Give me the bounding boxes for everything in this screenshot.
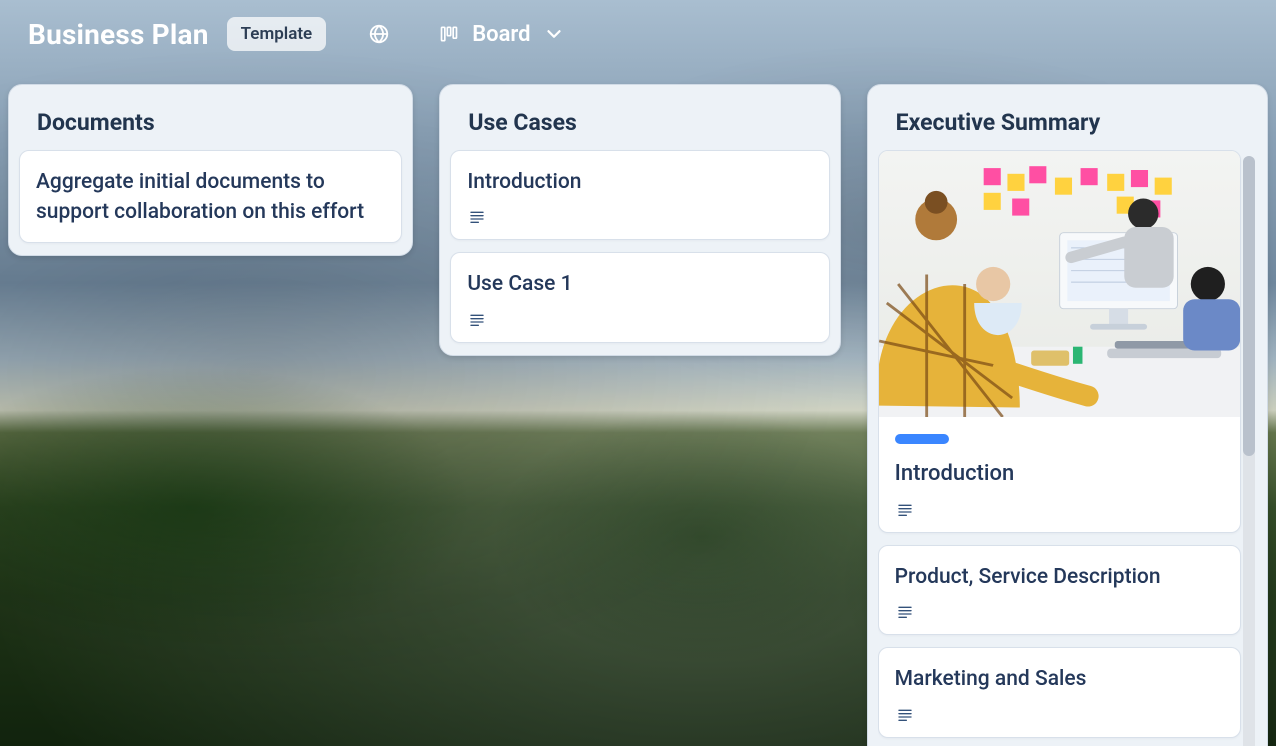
- card[interactable]: Aggregate initial documents to support c…: [19, 150, 402, 243]
- visibility-button[interactable]: [358, 17, 400, 51]
- card-list: Introduction Use Case 1: [450, 150, 829, 343]
- card-title: Introduction: [467, 167, 812, 197]
- card-list: Introduction Product, Service Descriptio…: [878, 150, 1257, 738]
- column-documents: Documents Aggregate initial documents to…: [8, 84, 413, 256]
- board-icon: [438, 24, 460, 44]
- card-title: Introduction: [895, 458, 1224, 490]
- scrollbar-thumb[interactable]: [1243, 156, 1255, 456]
- column-executive-summary: Executive Summary: [867, 84, 1268, 746]
- text-lines-icon: [895, 502, 1224, 518]
- text-lines-icon: [467, 312, 812, 328]
- globe-icon: [368, 23, 390, 45]
- column-title: Use Cases: [450, 95, 829, 150]
- column-title: Executive Summary: [878, 95, 1257, 150]
- chevron-down-icon: [543, 23, 565, 45]
- view-label: Board: [472, 22, 530, 47]
- card-title: Marketing and Sales: [895, 664, 1224, 694]
- text-lines-icon: [895, 707, 1224, 723]
- card[interactable]: Use Case 1: [450, 252, 829, 342]
- card-list: Aggregate initial documents to support c…: [19, 150, 402, 243]
- card[interactable]: Introduction: [450, 150, 829, 240]
- column-scroll: Introduction Product, Service Descriptio…: [878, 150, 1257, 746]
- page-header: Business Plan Template Board: [0, 0, 1276, 68]
- card-title: Aggregate initial documents to support c…: [36, 167, 385, 228]
- card-title: Product, Service Description: [895, 562, 1224, 592]
- card[interactable]: Product, Service Description: [878, 545, 1241, 635]
- template-badge[interactable]: Template: [227, 17, 327, 51]
- text-lines-icon: [467, 209, 812, 225]
- board: Documents Aggregate initial documents to…: [0, 68, 1276, 746]
- view-switcher[interactable]: Board: [428, 16, 574, 53]
- card-cover-image: [879, 151, 1240, 417]
- card-title: Use Case 1: [467, 269, 812, 299]
- column-title: Documents: [19, 95, 402, 150]
- page-title: Business Plan: [28, 18, 209, 51]
- card[interactable]: Marketing and Sales: [878, 647, 1241, 737]
- label-pill: [895, 434, 949, 444]
- card[interactable]: Introduction: [878, 150, 1241, 533]
- text-lines-icon: [895, 604, 1224, 620]
- column-use-cases: Use Cases Introduction Use Case 1: [439, 84, 840, 356]
